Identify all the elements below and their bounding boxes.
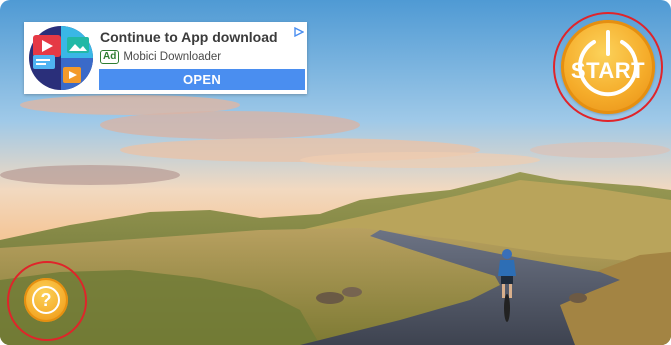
ad-open-button[interactable]: OPEN — [99, 69, 305, 90]
media-collage-icon — [27, 25, 95, 91]
ad-advertiser: Mobici Downloader — [123, 51, 222, 63]
question-icon: ? — [32, 286, 60, 314]
ad-banner[interactable]: Continue to App download Ad Mobici Downl… — [24, 22, 307, 94]
start-button[interactable]: START — [561, 20, 655, 114]
ad-meta: Ad Mobici Downloader — [100, 50, 221, 64]
help-button[interactable]: ? — [24, 278, 68, 322]
adchoices-icon[interactable] — [294, 24, 305, 38]
start-label: START — [570, 58, 646, 83]
ad-badge: Ad — [100, 50, 120, 64]
ad-title: Continue to App download — [100, 29, 278, 45]
